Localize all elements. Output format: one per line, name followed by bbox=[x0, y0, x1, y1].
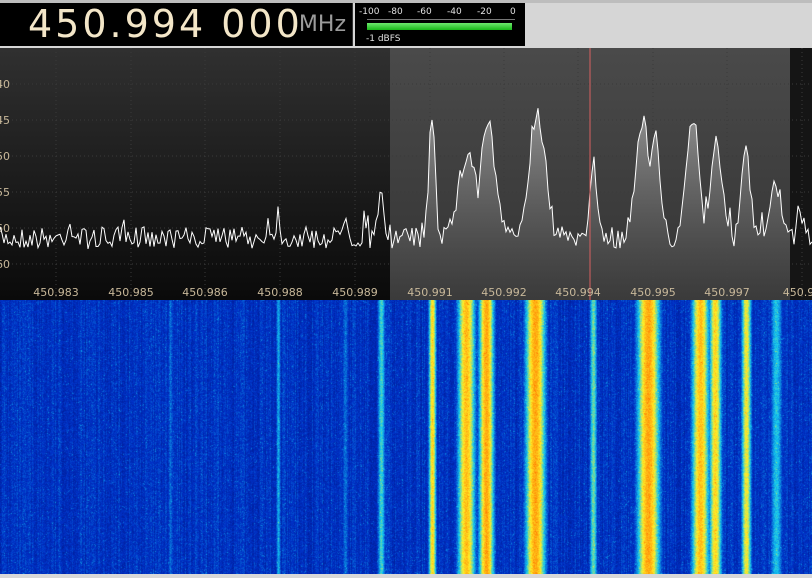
frequency-display[interactable]: 450.994 000 MHz bbox=[0, 3, 353, 46]
frequency-label: 450.988 bbox=[257, 286, 303, 299]
frequency-label: 450.997 bbox=[704, 286, 750, 299]
top-bar: 450.994 000 MHz -100 -80 -60 -40 -20 0 -… bbox=[0, 0, 812, 48]
spectrum-plot[interactable]: 40455055606065 450.983450.985450.986450.… bbox=[0, 48, 812, 300]
db-label: 50 bbox=[0, 150, 10, 163]
db-label: 40 bbox=[0, 78, 10, 91]
frequency-label: 450.99 bbox=[783, 286, 812, 299]
spectrum-background bbox=[0, 48, 390, 300]
frequency-label: 450.989 bbox=[332, 286, 378, 299]
frequency-label: 450.995 bbox=[630, 286, 676, 299]
frequency-label: 450.983 bbox=[33, 286, 79, 299]
meter-tick: -80 bbox=[388, 7, 403, 17]
signal-meter: -100 -80 -60 -40 -20 0 -1 dBFS bbox=[355, 3, 525, 46]
waterfall-display[interactable] bbox=[0, 300, 812, 574]
db-label: 45 bbox=[0, 114, 10, 127]
frequency-label: 450.994 bbox=[555, 286, 601, 299]
frequency-label: 450.992 bbox=[481, 286, 527, 299]
frequency-value[interactable]: 450.994 000 bbox=[28, 3, 303, 46]
frequency-label: 450.991 bbox=[407, 286, 453, 299]
meter-tick: -60 bbox=[417, 7, 432, 17]
frequency-label: 450.986 bbox=[182, 286, 228, 299]
spectrum-background-edge bbox=[790, 48, 812, 300]
meter-tick: -20 bbox=[477, 7, 492, 17]
meter-tick: -100 bbox=[359, 7, 380, 17]
meter-level-bar bbox=[367, 23, 513, 30]
meter-scale bbox=[367, 19, 515, 20]
meter-tick: 0 bbox=[510, 7, 516, 17]
spectrum-canvas[interactable]: 40455055606065 450.983450.985450.986450.… bbox=[0, 48, 812, 300]
meter-tick: -40 bbox=[447, 7, 462, 17]
frequency-unit: MHz bbox=[298, 12, 346, 37]
db-label: 65 bbox=[0, 48, 10, 51]
waterfall-canvas[interactable] bbox=[0, 300, 812, 574]
db-label: 60 bbox=[0, 258, 10, 271]
meter-level-label: -1 dBFS bbox=[366, 34, 401, 44]
db-label: 55 bbox=[0, 186, 10, 199]
frequency-label: 450.985 bbox=[108, 286, 154, 299]
